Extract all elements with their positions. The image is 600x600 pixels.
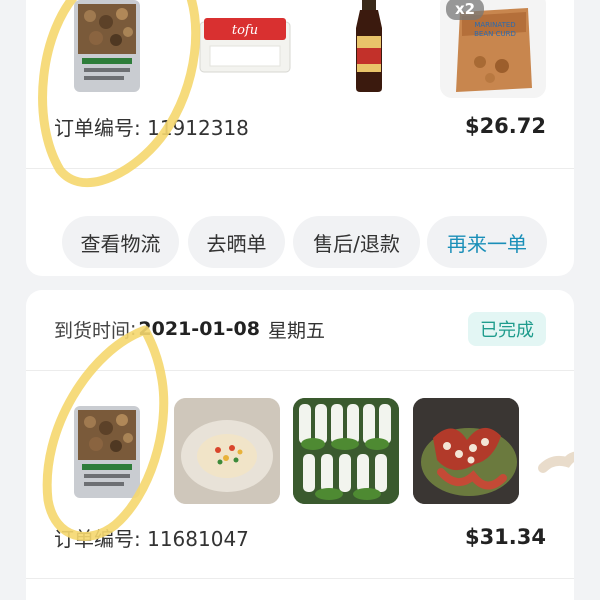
status-badge: 已完成 xyxy=(468,312,546,346)
divider xyxy=(26,168,574,169)
track-shipment-button[interactable]: 查看物流 xyxy=(62,216,179,268)
order-action-row: 查看物流 去晒单 售后/退款 再来一单 xyxy=(62,216,558,268)
order-total: $31.34 xyxy=(464,525,546,549)
mushroom-bag-product-image[interactable] xyxy=(54,398,160,504)
product-thumbnail-row[interactable] xyxy=(26,398,574,506)
quantity-badge: x2 xyxy=(446,0,485,20)
svg-text:MARINATED: MARINATED xyxy=(474,21,515,29)
delivery-weekday: 星期五 xyxy=(267,319,325,342)
delivery-info: 到货时间: 2021-01-08 星期五 xyxy=(54,314,325,344)
order-card[interactable]: 到货时间: 2021-01-08 星期五 已完成 订单编号: 11681047 … xyxy=(26,290,574,600)
refund-button[interactable]: 售后/退款 xyxy=(293,216,420,268)
order-summary: 订单编号: 11912318 $26.72 xyxy=(54,111,546,141)
bok-choy-product-image[interactable] xyxy=(293,398,399,504)
octopus-dish-product-image[interactable] xyxy=(413,398,519,504)
tofu-package-product-image[interactable]: tofu xyxy=(192,0,298,98)
order-number: 订单编号: 11912318 xyxy=(54,115,249,140)
delivery-label: 到货时间 xyxy=(54,319,131,342)
mushroom-bag-product-image[interactable] xyxy=(54,0,160,98)
svg-text:BEAN CURD: BEAN CURD xyxy=(474,30,516,38)
order-card[interactable]: tofu MARINATED BEAN CURD x2 订单编号: 119123… xyxy=(26,0,574,276)
delivery-date: 2021-01-08 xyxy=(138,318,260,340)
bean-curd-bag-product-image[interactable]: MARINATED BEAN CURD x2 xyxy=(440,0,546,98)
reorder-button[interactable]: 再来一单 xyxy=(427,216,547,268)
svg-text:tofu: tofu xyxy=(232,23,258,38)
share-review-button[interactable]: 去晒单 xyxy=(188,216,285,268)
order-summary: 订单编号: 11681047 $31.34 xyxy=(54,522,546,552)
product-image[interactable] xyxy=(533,398,574,504)
order-number: 订单编号: 11681047 xyxy=(54,526,249,551)
divider xyxy=(26,370,574,371)
product-thumbnail-row[interactable]: tofu MARINATED BEAN CURD x2 xyxy=(26,0,574,100)
divider xyxy=(26,578,574,579)
scallop-dish-product-image[interactable] xyxy=(174,398,280,504)
soy-sauce-bottle-product-image[interactable] xyxy=(316,0,422,98)
order-total: $26.72 xyxy=(464,114,546,138)
